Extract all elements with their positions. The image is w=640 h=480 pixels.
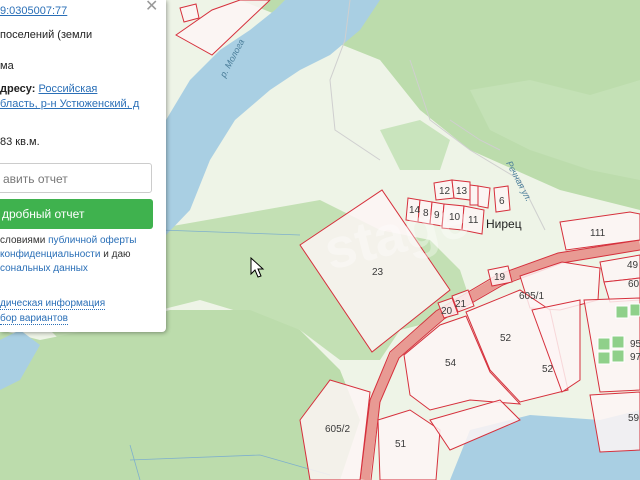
cadastral-number-link[interactable]: 9:0305007:77 xyxy=(0,5,67,17)
address-link-line2[interactable]: бласть, р-н Устюженский, д xyxy=(0,98,139,110)
legal-info-row: дическая информация xyxy=(0,297,166,310)
plot-label: 19 xyxy=(494,272,506,283)
plot-info-panel: ✕ 9:0305007:77 поселений (земли ма дресу… xyxy=(0,0,166,332)
detailed-report-button[interactable]: дробный отчет xyxy=(0,199,153,229)
category-text: поселений (земли xyxy=(0,29,93,41)
green-plot[interactable] xyxy=(597,351,611,365)
cadastral-number-row: 9:0305007:77 xyxy=(0,5,67,17)
plot-label: 13 xyxy=(456,186,468,197)
plot-label: 97 xyxy=(630,352,640,363)
plot-label: 59 xyxy=(628,413,640,424)
plot-label: 23 xyxy=(372,267,384,278)
address-row-2: бласть, р-н Устюженский, д xyxy=(0,98,139,110)
privacy-row: конфиденциальности и даю xyxy=(0,248,166,261)
address-link-line1[interactable]: Российская xyxy=(39,83,98,95)
plot-label: 11 xyxy=(468,215,479,226)
plot-label: 52 xyxy=(542,364,554,375)
plot-label: 60 xyxy=(628,279,640,290)
green-plot[interactable] xyxy=(615,305,629,319)
village-label: Нирец xyxy=(486,217,522,231)
plot-label: 54 xyxy=(445,358,457,369)
green-plot[interactable] xyxy=(611,335,625,349)
green-plot[interactable] xyxy=(611,349,625,363)
plot-13c[interactable] xyxy=(477,185,491,209)
privacy-link[interactable]: конфиденциальности xyxy=(0,249,100,260)
address-label: дресу: xyxy=(0,83,36,95)
options-row: бор вариантов xyxy=(0,312,166,325)
plot-label: 6 xyxy=(499,196,505,207)
privacy-suffix: и даю xyxy=(103,249,131,260)
legal-info-link[interactable]: дическая информация xyxy=(0,298,106,310)
plot-label: 10 xyxy=(449,212,461,223)
green-plot[interactable] xyxy=(597,337,611,351)
type-text: ма xyxy=(0,60,14,72)
plot-label: 95 xyxy=(630,339,640,350)
plot-label: 8 xyxy=(423,208,429,219)
plot-label: 12 xyxy=(439,186,451,197)
plot-label: 605/2 xyxy=(325,424,350,435)
plot-label: 14 xyxy=(409,205,421,216)
terms-prefix: словиями xyxy=(0,235,46,246)
plot-label: 21 xyxy=(455,299,467,310)
plot-label: 9 xyxy=(434,210,440,221)
plot-label: 20 xyxy=(441,306,453,317)
address-row: дресу: Российская xyxy=(0,83,97,95)
terms-row: словиями публичной оферты xyxy=(0,234,166,247)
plot-label: 51 xyxy=(395,439,407,450)
personal-data-row: сональных данных xyxy=(0,262,166,275)
plot-label: 605/1 xyxy=(519,291,544,302)
personal-data-link[interactable]: сональных данных xyxy=(0,263,88,274)
area-text: 83 кв.м. xyxy=(0,136,40,148)
public-offer-link[interactable]: публичной оферты xyxy=(48,235,136,246)
close-icon[interactable]: ✕ xyxy=(145,0,159,15)
plot-13b[interactable] xyxy=(469,184,479,206)
green-plot[interactable] xyxy=(629,303,640,317)
plot-label: 49 xyxy=(627,260,639,271)
plot-label: 52 xyxy=(500,333,512,344)
plot-label: 111 xyxy=(590,228,606,239)
options-link[interactable]: бор вариантов xyxy=(0,313,68,325)
view-report-button[interactable]: авить отчет xyxy=(0,163,152,193)
